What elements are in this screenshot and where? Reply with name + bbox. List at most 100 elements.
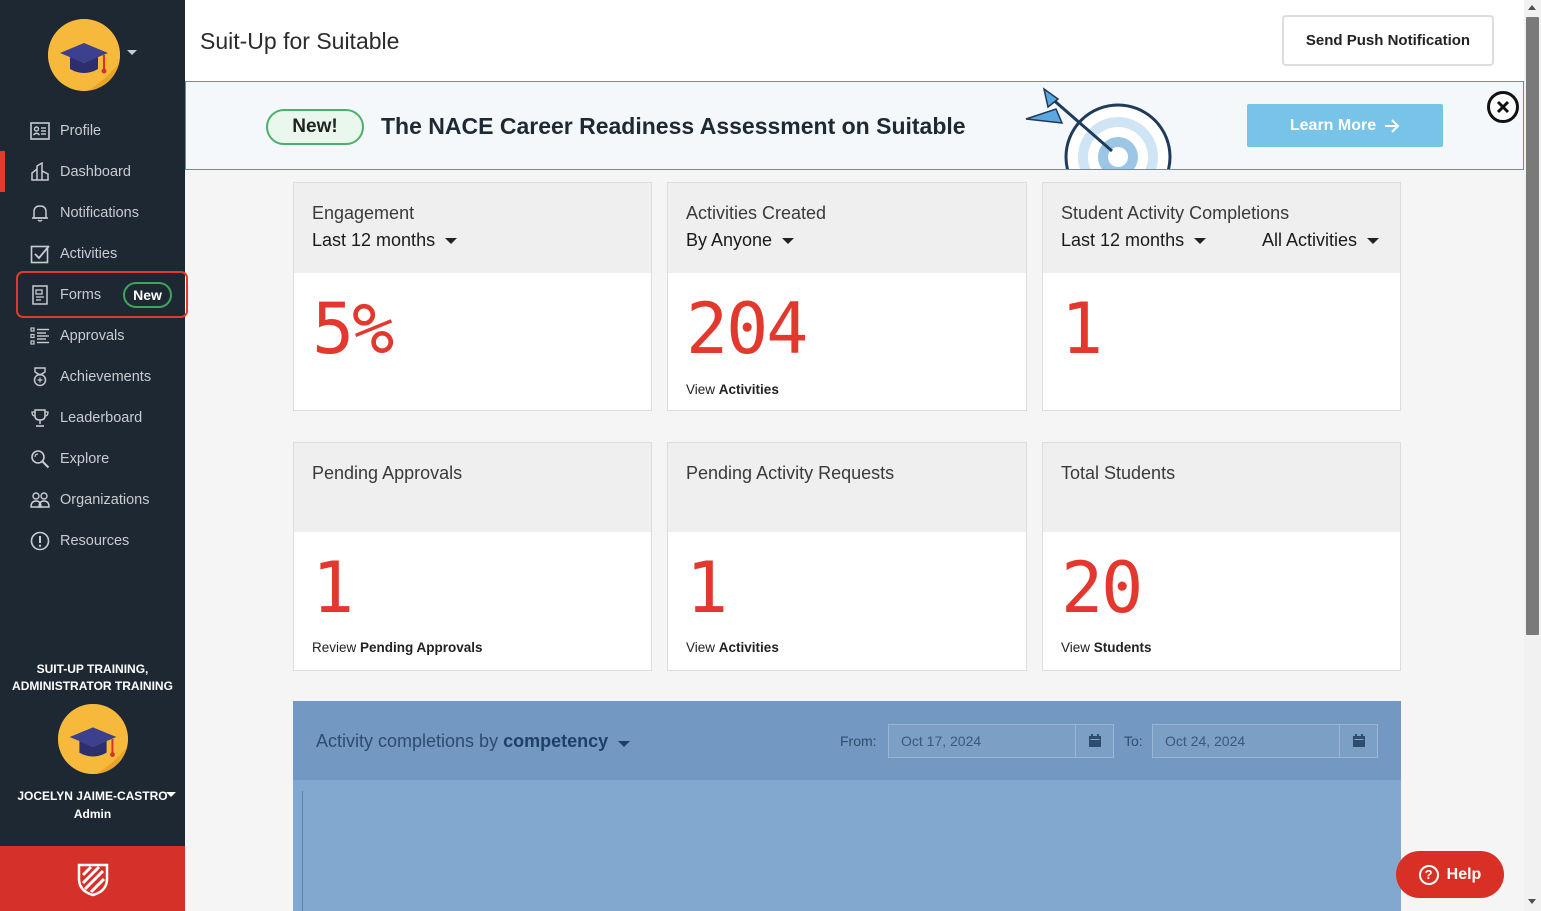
user-menu-caret-icon[interactable]: [166, 792, 176, 797]
activities-created-card: Activities Created By Anyone 204 View Ac…: [667, 182, 1027, 411]
org-line-1: SUIT-UP TRAINING,: [36, 662, 149, 676]
organization-name: SUIT-UP TRAINING, ADMINISTRATOR TRAINING: [0, 661, 185, 695]
panel-title-prefix: Activity completions by: [316, 731, 499, 751]
from-date-input[interactable]: Oct 17, 2024: [888, 724, 1114, 758]
pending-approvals-card: Pending Approvals 1 Review Pending Appro…: [293, 442, 652, 671]
search-icon: [30, 449, 50, 469]
calendar-icon[interactable]: [1075, 725, 1113, 757]
page-title: Suit-Up for Suitable: [200, 28, 400, 54]
sidebar-item-organizations[interactable]: Organizations: [0, 479, 185, 520]
caret-down-icon: [1367, 237, 1380, 244]
calendar-icon[interactable]: [1339, 725, 1377, 757]
card-title: Engagement: [312, 203, 415, 223]
close-icon: [1496, 100, 1510, 114]
card-title: Pending Approvals: [312, 463, 463, 483]
dropdown-value: competency: [503, 731, 609, 751]
view-activities-link[interactable]: View Activities: [686, 382, 779, 397]
info-icon: [30, 531, 50, 551]
user-name: JOCELYN JAIME-CASTRO: [17, 789, 168, 803]
link-bold: Pending Approvals: [360, 640, 483, 655]
sidebar-item-dashboard[interactable]: Dashboard: [0, 151, 185, 192]
to-date-input[interactable]: Oct 24, 2024: [1152, 724, 1378, 758]
pending-activity-requests-card: Pending Activity Requests 1 View Activit…: [667, 442, 1027, 671]
student-activity-completions-card: Student Activity Completions Last 12 mon…: [1042, 182, 1401, 411]
completions-activity-dropdown[interactable]: All Activities: [1262, 230, 1380, 251]
sidebar-nav: Profile Dashboard Notifications Activiti…: [0, 110, 185, 561]
completions-period-dropdown[interactable]: Last 12 months: [1061, 230, 1207, 251]
vertical-scrollbar[interactable]: [1524, 0, 1541, 911]
user-info[interactable]: JOCELYN JAIME-CASTRO Admin: [0, 787, 185, 823]
people-icon: [30, 490, 50, 510]
caret-down-icon: [782, 237, 795, 244]
banner-new-badge: New!: [266, 109, 364, 145]
dropdown-value: Last 12 months: [1061, 230, 1185, 250]
bell-icon: [30, 203, 50, 223]
arrow-right-icon: [1385, 118, 1400, 133]
completions-value: 1: [1061, 288, 1103, 370]
announcement-banner: New! The NACE Career Readiness Assessmen…: [185, 81, 1524, 170]
card-header: [668, 443, 1026, 532]
sidebar-item-resources[interactable]: Resources: [0, 520, 185, 561]
card-header: [668, 183, 1026, 273]
avatar[interactable]: [58, 704, 128, 774]
sidebar-item-label: Achievements: [60, 368, 152, 385]
to-label: To:: [1124, 733, 1143, 749]
link-prefix: View: [686, 640, 716, 655]
sidebar-item-label: Dashboard: [60, 163, 131, 180]
card-title: Student Activity Completions: [1061, 203, 1290, 223]
sidebar-item-label: Leaderboard: [60, 409, 143, 426]
link-prefix: Review: [312, 640, 357, 655]
sidebar-item-explore[interactable]: Explore: [0, 438, 185, 479]
card-title: Pending Activity Requests: [686, 463, 895, 483]
view-activities-link[interactable]: View Activities: [686, 640, 779, 655]
engagement-card: Engagement Last 12 months 5%: [293, 182, 652, 411]
medal-icon: [30, 366, 50, 387]
close-banner-button[interactable]: [1487, 91, 1519, 123]
checkbox-icon: [30, 244, 50, 264]
total-students-value: 20: [1061, 547, 1143, 629]
send-push-notification-button[interactable]: Send Push Notification: [1282, 15, 1494, 66]
profile-card-icon: [30, 121, 50, 141]
card-title: Activities Created: [686, 203, 827, 223]
view-students-link[interactable]: View Students: [1061, 640, 1152, 655]
caret-down-icon: [445, 237, 458, 244]
account-caret-icon[interactable]: [127, 50, 137, 55]
dashboard-icon: [30, 161, 50, 182]
scroll-up-icon[interactable]: [1528, 5, 1536, 10]
header: Suit-Up for Suitable Send Push Notificat…: [185, 0, 1525, 82]
sidebar-item-notifications[interactable]: Notifications: [0, 192, 185, 233]
card-title: Total Students: [1061, 463, 1176, 483]
card-header: [1043, 183, 1400, 273]
engagement-period-dropdown[interactable]: Last 12 months: [312, 230, 458, 251]
activities-created-value: 204: [686, 288, 808, 370]
activity-completions-panel: Activity completions by competency From:…: [293, 701, 1401, 911]
sidebar-item-label: Organizations: [60, 491, 150, 508]
pending-requests-value: 1: [686, 547, 728, 629]
scroll-down-icon[interactable]: [1528, 899, 1536, 904]
sidebar-item-profile[interactable]: Profile: [0, 110, 185, 151]
card-header: [1043, 443, 1400, 532]
brand-footer: [0, 846, 185, 911]
scrollbar-thumb[interactable]: [1526, 17, 1539, 635]
learn-more-button[interactable]: Learn More: [1247, 104, 1443, 147]
sidebar-item-activities[interactable]: Activities: [0, 233, 185, 274]
forms-highlight-outline: [16, 271, 188, 318]
sidebar-item-achievements[interactable]: Achievements: [0, 356, 185, 397]
banner-text: The NACE Career Readiness Assessment on …: [381, 113, 966, 139]
link-prefix: View: [1061, 640, 1091, 655]
list-check-icon: [30, 326, 50, 346]
learn-more-label: Learn More: [1289, 116, 1377, 134]
caret-down-icon: [618, 741, 631, 747]
app-logo[interactable]: [48, 19, 120, 91]
link-bold: Activities: [718, 382, 779, 397]
created-by-dropdown[interactable]: By Anyone: [686, 230, 795, 251]
help-button[interactable]: ? Help: [1396, 851, 1504, 898]
competency-dropdown[interactable]: competency: [503, 731, 631, 751]
chart-axis-line: [302, 791, 303, 911]
review-pending-approvals-link[interactable]: Review Pending Approvals: [312, 640, 483, 655]
sidebar-item-approvals[interactable]: Approvals: [0, 315, 185, 356]
graduation-cap-icon: [48, 19, 120, 91]
sidebar-item-leaderboard[interactable]: Leaderboard: [0, 397, 185, 438]
sidebar: Profile Dashboard Notifications Activiti…: [0, 0, 188, 911]
help-label: Help: [1446, 865, 1482, 883]
